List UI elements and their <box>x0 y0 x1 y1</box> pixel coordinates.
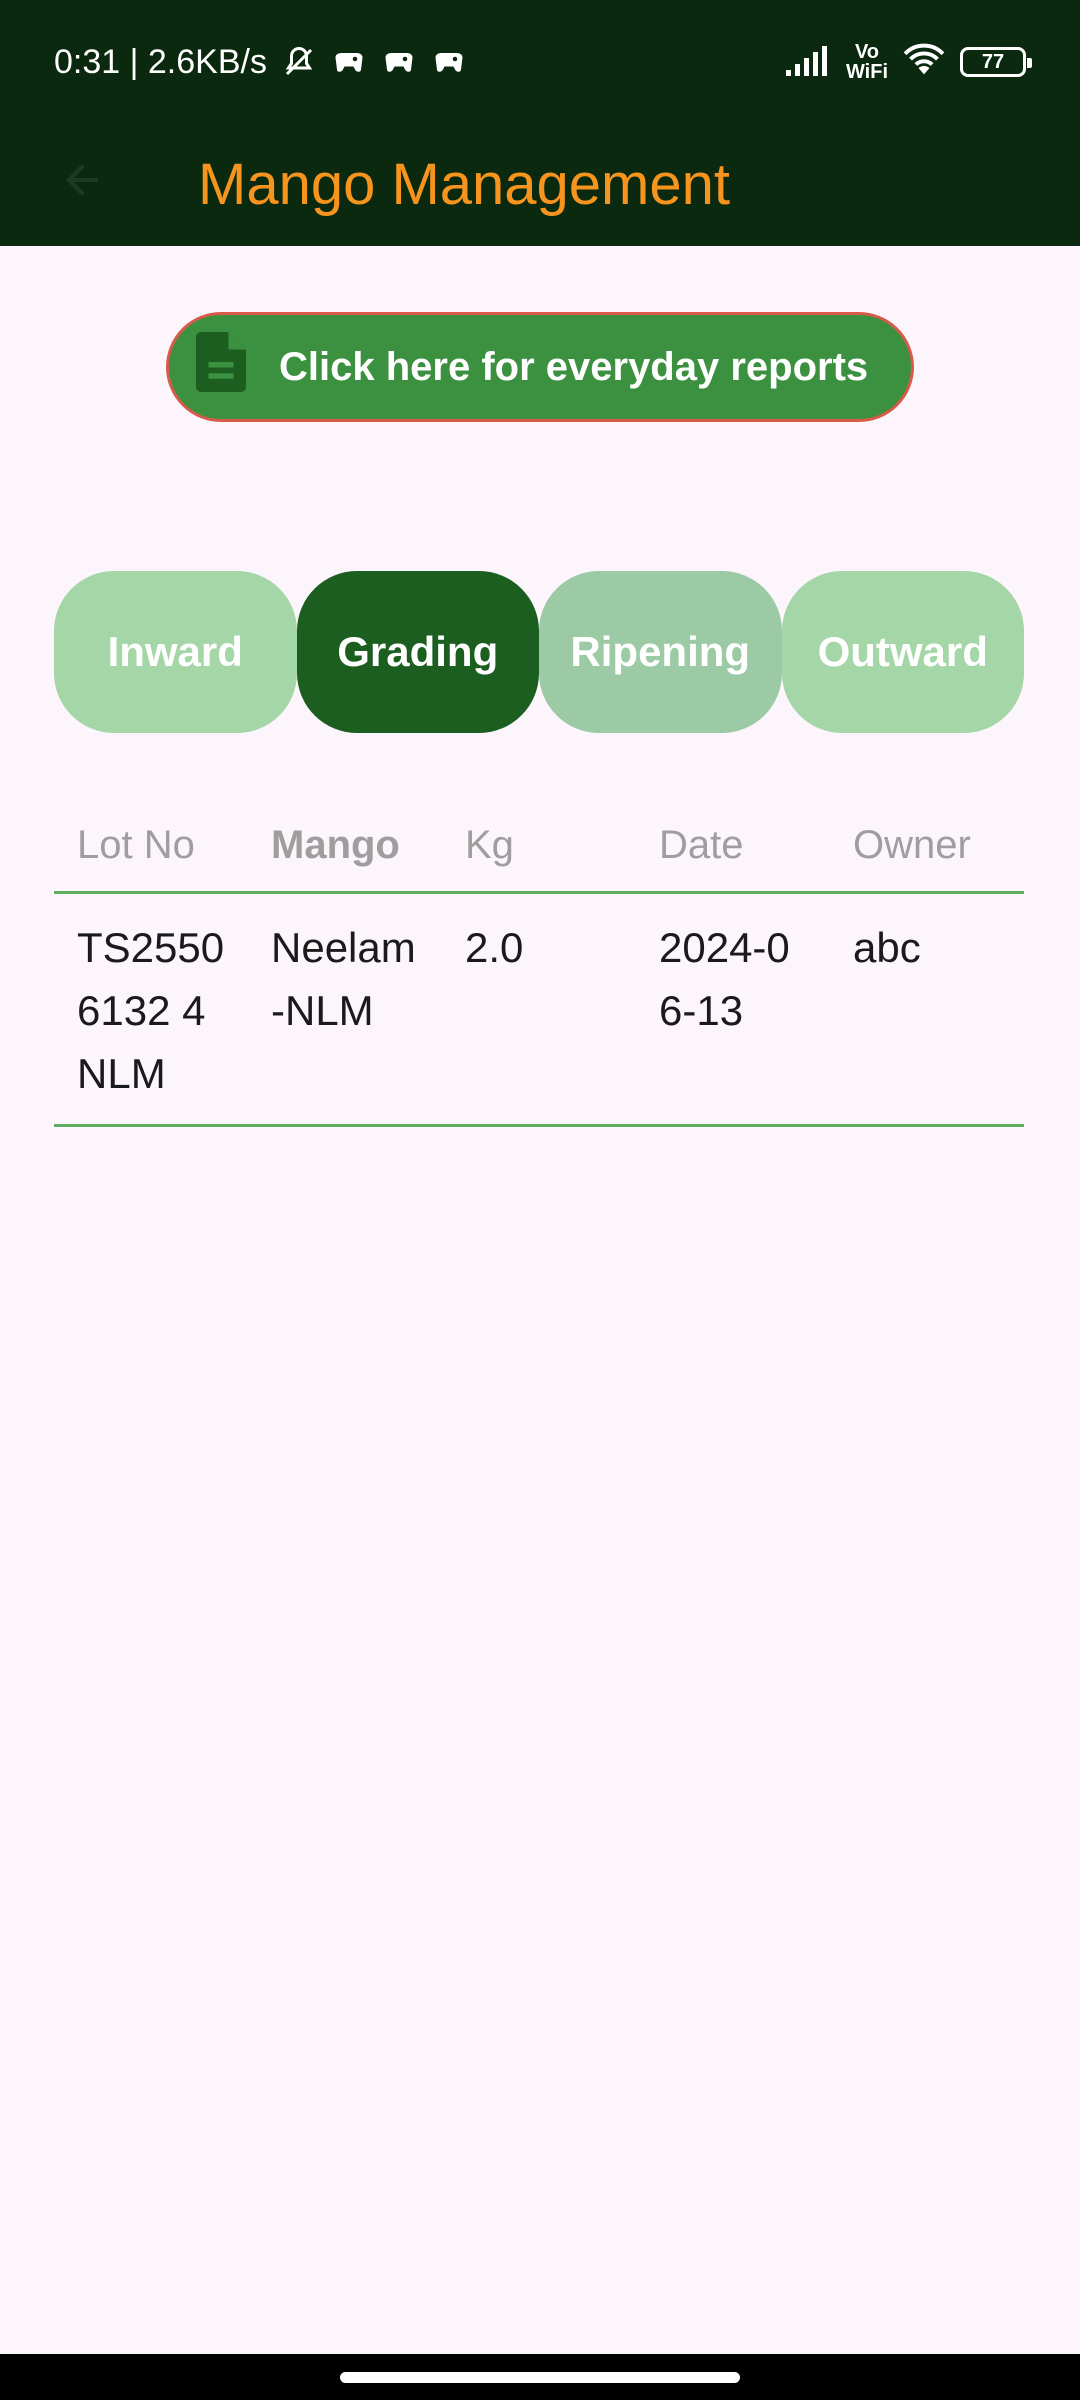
header-date[interactable]: Date <box>636 823 830 868</box>
game-icon <box>331 44 367 80</box>
game-icon <box>431 44 467 80</box>
tab-inward[interactable]: Inward <box>54 571 297 733</box>
cell-date: 2024-06-13 <box>659 924 790 1034</box>
vowifi-bottom: WiFi <box>845 61 888 83</box>
battery-level: 77 <box>981 50 1005 73</box>
vowifi-indicator: Vo WiFi <box>846 42 888 82</box>
system-nav-bar <box>0 2354 1080 2400</box>
tab-grading[interactable]: Grading <box>296 571 539 733</box>
mute-icon <box>281 44 317 80</box>
cell-kg: 2.0 <box>465 924 524 971</box>
stage-tabs: Inward Grading Ripening Outward <box>54 571 1024 733</box>
vowifi-top: Vo <box>854 41 880 63</box>
table-row[interactable]: TS25506132 4NLM Neelam-NLM 2.0 2024-06-1… <box>54 894 1024 1127</box>
page-title: Mango Management <box>198 151 730 217</box>
header-kg[interactable]: Kg <box>442 823 636 868</box>
everyday-reports-label: Click here for everyday reports <box>279 344 869 389</box>
tab-outward[interactable]: Outward <box>781 571 1024 733</box>
back-button[interactable] <box>46 146 118 218</box>
tab-outward-label: Outward <box>817 628 988 675</box>
header-lot-no[interactable]: Lot No <box>54 823 248 868</box>
cell-lot-no: TS25506132 4NLM <box>77 924 225 1097</box>
tab-grading-label: Grading <box>337 628 499 675</box>
status-time-speed: 0:31 | 2.6KB/s <box>54 42 267 81</box>
grading-table: Lot No Mango Kg Date Owner TS25506132 4N… <box>54 800 1024 1127</box>
status-bar: 0:31 | 2.6KB/s Vo WiFi 77 <box>0 0 1080 120</box>
header-mango[interactable]: Mango <box>248 823 442 868</box>
tab-ripening-label: Ripening <box>570 628 751 675</box>
status-right: Vo WiFi 77 <box>784 38 1032 86</box>
home-gesture-handle[interactable] <box>340 2372 740 2383</box>
header-owner[interactable]: Owner <box>830 823 1024 868</box>
tab-ripening[interactable]: Ripening <box>539 571 782 733</box>
game-icon <box>381 44 417 80</box>
document-icon <box>195 332 247 402</box>
cell-mango: Neelam-NLM <box>271 924 416 1034</box>
everyday-reports-button[interactable]: Click here for everyday reports <box>166 312 914 422</box>
tab-inward-label: Inward <box>107 628 243 675</box>
cell-owner: abc <box>853 924 921 971</box>
signal-icon <box>784 42 832 83</box>
battery-icon: 77 <box>960 47 1032 77</box>
status-left: 0:31 | 2.6KB/s <box>54 38 467 86</box>
app-bar: Mango Management <box>0 120 1080 246</box>
wifi-icon <box>902 42 946 83</box>
arrow-back-icon <box>58 156 106 209</box>
table-header: Lot No Mango Kg Date Owner <box>54 800 1024 894</box>
top-bar: 0:31 | 2.6KB/s Vo WiFi 77 Mango Manageme… <box>0 0 1080 246</box>
